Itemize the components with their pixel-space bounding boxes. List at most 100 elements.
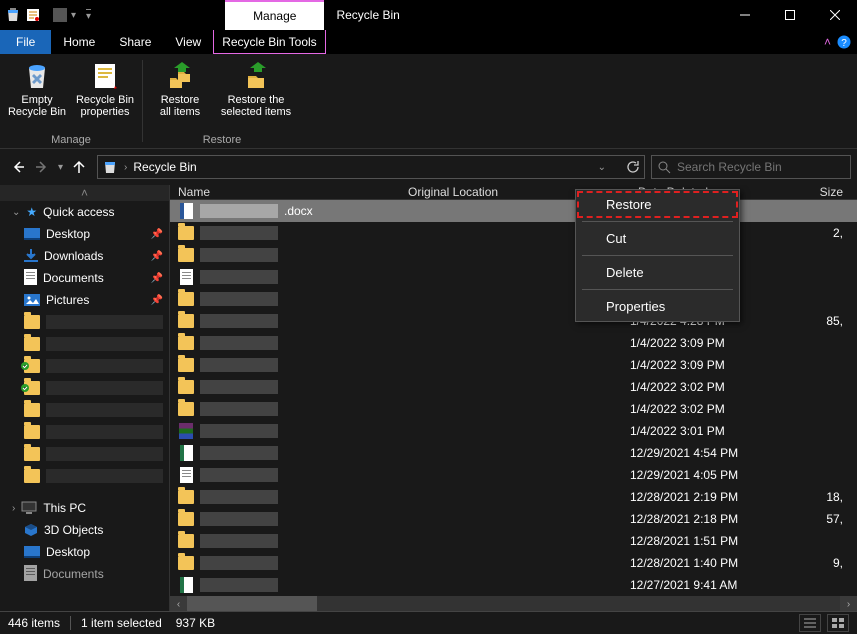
context-menu-properties[interactable]: Properties xyxy=(576,292,739,321)
table-row[interactable]: 1/4/2022 3:09 PM xyxy=(170,332,857,354)
folder-icon xyxy=(24,425,40,439)
share-tab[interactable]: Share xyxy=(107,30,163,54)
scroll-up-button[interactable]: ˄ xyxy=(0,185,169,201)
table-row[interactable]: 12/28/2021 1:40 PM9, xyxy=(170,552,857,574)
details-view-button[interactable] xyxy=(799,614,821,632)
sidebar-item-documents-pc[interactable]: Documents xyxy=(0,563,169,585)
table-row[interactable]: 1/4/2022 3:01 PM xyxy=(170,420,857,442)
up-button[interactable] xyxy=(71,159,87,175)
home-tab[interactable]: Home xyxy=(51,30,107,54)
sidebar-item-pinned[interactable] xyxy=(0,399,169,421)
contextual-tab-header[interactable]: Manage xyxy=(225,0,324,30)
empty-recycle-bin-button[interactable]: Empty Recycle Bin xyxy=(6,58,68,132)
address-dropdown-icon[interactable]: ⌄ xyxy=(598,162,606,173)
documents-icon xyxy=(24,269,37,288)
help-icon[interactable]: ? xyxy=(837,35,851,49)
file-size: 85, xyxy=(795,314,857,328)
table-row[interactable]: 1/12/2022 3:25 PM2, xyxy=(170,222,857,244)
table-row[interactable]: 1/4/2022 3:09 PM xyxy=(170,354,857,376)
restore-selected-button[interactable]: Restore the selected items xyxy=(217,58,295,132)
table-row[interactable]: 1/4/2022 4:28 PM85, xyxy=(170,310,857,332)
sidebar-item-documents[interactable]: Documents📌 xyxy=(0,267,169,289)
window-controls xyxy=(722,0,857,30)
qat-dropdown-icon[interactable]: ▾ xyxy=(71,10,76,21)
recycle-bin-properties-button[interactable]: Recycle Bin properties xyxy=(74,58,136,132)
sidebar-item-pinned[interactable] xyxy=(0,377,169,399)
sidebar-item-desktop[interactable]: Desktop📌 xyxy=(0,223,169,245)
properties-icon[interactable] xyxy=(24,6,42,24)
ribbon-group-label-restore: Restore xyxy=(203,132,242,146)
star-icon: ★ xyxy=(26,205,37,219)
back-button[interactable] xyxy=(10,159,26,175)
scroll-right-button[interactable]: › xyxy=(840,596,857,611)
sidebar-item-pinned[interactable] xyxy=(0,333,169,355)
qat-customize-icon[interactable]: ▾ xyxy=(86,9,91,22)
sidebar-item-pinned[interactable] xyxy=(0,443,169,465)
date-deleted: 12/28/2021 2:19 PM xyxy=(630,490,795,504)
recycle-bin-tools-tab[interactable]: Recycle Bin Tools xyxy=(213,30,326,54)
pictures-icon xyxy=(24,294,40,306)
table-row[interactable]: 12/29/2021 4:54 PM xyxy=(170,442,857,464)
minimize-button[interactable] xyxy=(722,0,767,30)
forward-button[interactable] xyxy=(34,159,50,175)
table-row[interactable]: 1/12/2022 11:22 AM xyxy=(170,244,857,266)
sidebar-item-3d-objects[interactable]: 3D Objects xyxy=(0,519,169,541)
file-list: Name Original Location Date Deleted Size… xyxy=(170,185,857,611)
search-box[interactable] xyxy=(651,155,851,179)
history-dropdown-icon[interactable]: ▾ xyxy=(58,162,63,173)
context-menu-restore[interactable]: Restore xyxy=(576,190,739,219)
documents-icon xyxy=(24,565,37,584)
table-row[interactable]: 12/28/2021 1:51 PM xyxy=(170,530,857,552)
table-row[interactable]: .docx1/12/2022 4:14 PM xyxy=(170,200,857,222)
table-row[interactable]: 1/4/2022 3:02 PM xyxy=(170,376,857,398)
quick-access-section[interactable]: ⌄ ★ Quick access xyxy=(0,201,169,223)
column-name[interactable]: Name xyxy=(170,185,400,199)
sidebar-item-pinned[interactable] xyxy=(0,421,169,443)
file-icon xyxy=(178,467,194,483)
table-row[interactable]: 1/11/2022 5:52 PM xyxy=(170,266,857,288)
folder-icon xyxy=(24,469,40,483)
sidebar-item-pinned[interactable] xyxy=(0,355,169,377)
context-menu-cut[interactable]: Cut xyxy=(576,224,739,253)
this-pc-section[interactable]: › This PC xyxy=(0,497,169,519)
qat-placeholder-icon[interactable] xyxy=(51,6,69,24)
file-icon xyxy=(178,203,194,219)
restore-all-button[interactable]: Restore all items xyxy=(149,58,211,132)
recycle-bin-icon xyxy=(4,6,22,24)
column-headers: Name Original Location Date Deleted Size xyxy=(170,185,857,200)
table-row[interactable]: 1/4/2022 4:28 PM xyxy=(170,288,857,310)
table-row[interactable]: 1/4/2022 3:02 PM xyxy=(170,398,857,420)
file-name-redacted xyxy=(200,248,278,262)
table-row[interactable]: 12/28/2021 2:18 PM57, xyxy=(170,508,857,530)
date-deleted: 12/29/2021 4:54 PM xyxy=(630,446,795,460)
refresh-button[interactable] xyxy=(626,160,640,174)
thumbnails-view-button[interactable] xyxy=(827,614,849,632)
file-name-redacted xyxy=(200,226,278,240)
close-button[interactable] xyxy=(812,0,857,30)
date-deleted: 1/4/2022 3:02 PM xyxy=(630,380,795,394)
search-input[interactable] xyxy=(677,160,844,174)
scrollbar-thumb[interactable] xyxy=(187,596,317,611)
sidebar-item-downloads[interactable]: Downloads📌 xyxy=(0,245,169,267)
table-row[interactable]: 12/27/2021 9:41 AM xyxy=(170,574,857,596)
breadcrumb-location[interactable]: Recycle Bin xyxy=(133,160,196,174)
maximize-button[interactable] xyxy=(767,0,812,30)
file-name-redacted xyxy=(200,468,278,482)
horizontal-scrollbar[interactable]: ‹ › xyxy=(170,596,857,611)
sidebar-item-pinned[interactable] xyxy=(0,465,169,487)
view-tab[interactable]: View xyxy=(163,30,213,54)
collapse-ribbon-icon[interactable]: ˄ xyxy=(824,35,831,49)
sidebar-item-pictures[interactable]: Pictures📌 xyxy=(0,289,169,311)
file-tab[interactable]: File xyxy=(0,30,51,54)
sidebar-item-desktop-pc[interactable]: Desktop xyxy=(0,541,169,563)
chevron-right-icon[interactable]: › xyxy=(124,162,127,173)
table-row[interactable]: 12/29/2021 4:05 PM xyxy=(170,464,857,486)
context-menu-delete[interactable]: Delete xyxy=(576,258,739,287)
address-bar[interactable]: › Recycle Bin ⌄ xyxy=(97,155,645,179)
date-deleted: 12/28/2021 1:51 PM xyxy=(630,534,795,548)
sidebar-item-pinned[interactable] xyxy=(0,311,169,333)
ribbon-group-restore: Restore all items Restore the selected i… xyxy=(143,54,301,148)
table-row[interactable]: 12/28/2021 2:19 PM18, xyxy=(170,486,857,508)
scroll-left-button[interactable]: ‹ xyxy=(170,596,187,611)
column-size[interactable]: Size xyxy=(795,185,857,199)
